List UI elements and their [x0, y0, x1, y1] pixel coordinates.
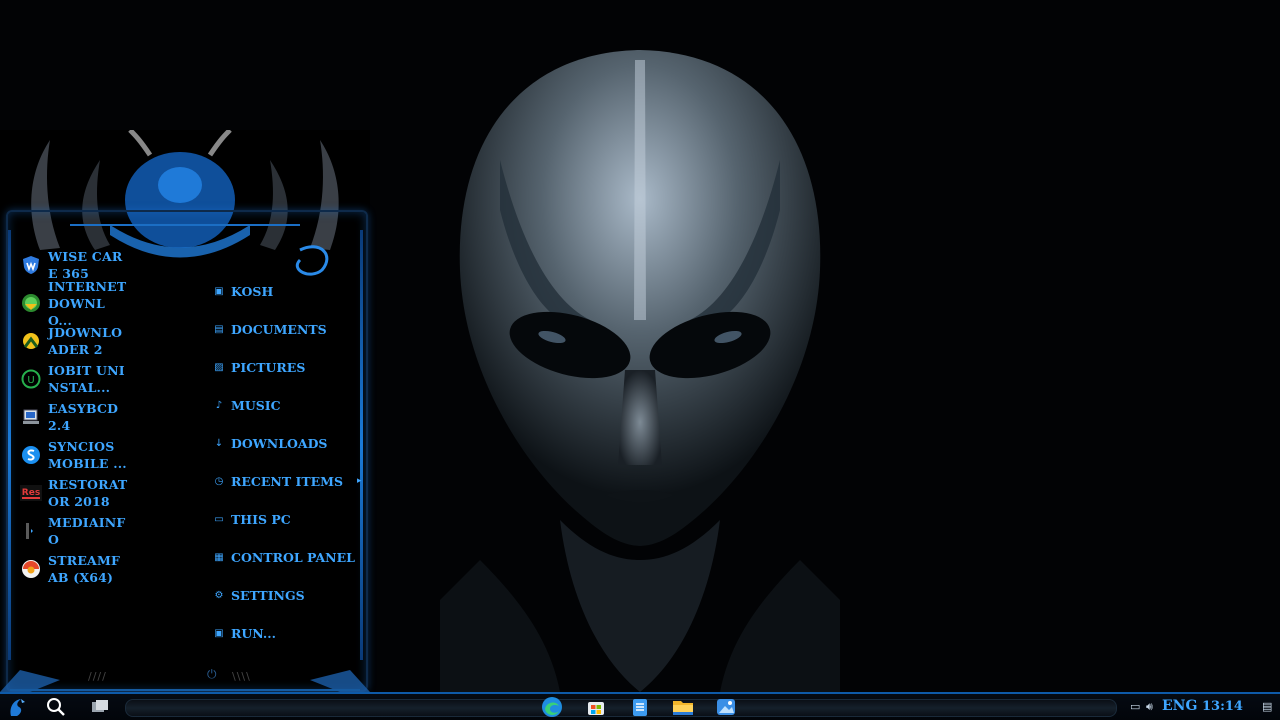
place-kosh[interactable]: ▣ KOSH	[212, 272, 362, 310]
app-item-iobit-uninstaller[interactable]: U IOBIT UNINSTAL...	[20, 360, 190, 398]
task-view-button[interactable]	[88, 696, 112, 718]
search-button[interactable]	[44, 696, 68, 718]
place-run[interactable]: ▣ RUN...	[212, 614, 362, 652]
place-documents[interactable]: ▤ DOCUMENTS	[212, 310, 362, 348]
place-recent-items[interactable]: ◷ RECENT ITEMS ▸	[212, 462, 362, 500]
place-settings[interactable]: ⚙ SETTINGS	[212, 576, 362, 614]
place-label: RECENT ITEMS	[231, 473, 344, 489]
start-dragon-icon	[10, 699, 25, 716]
place-downloads[interactable]: ↓ DOWNLOADS	[212, 424, 362, 462]
place-music[interactable]: ♪ MUSIC	[212, 386, 362, 424]
places-list: ▣ KOSH ▤ DOCUMENTS ▨ PICTURES ♪ MUSIC ↓ …	[212, 272, 362, 652]
user-folder-icon: ▣	[214, 285, 224, 297]
place-label: RUN...	[231, 625, 276, 641]
syncios-icon	[20, 444, 42, 466]
place-pictures[interactable]: ▨ PICTURES	[212, 348, 362, 386]
place-label: CONTROL PANEL	[231, 549, 355, 565]
download-arrow-icon: ↓	[214, 437, 224, 449]
app-label: SYNCIOS MOBILE ...	[48, 439, 127, 471]
frame-glow-left	[8, 230, 11, 660]
mediainfo-icon	[20, 520, 42, 542]
task-view-icon	[92, 700, 108, 712]
clock-icon: ◷	[214, 475, 224, 487]
place-label: KOSH	[231, 283, 274, 299]
file-explorer-icon	[673, 701, 693, 715]
svg-text:U: U	[27, 375, 34, 386]
pinned-apps-list: WISE CARE 365 INTERNET DOWNLO... JDOWNLO…	[20, 246, 190, 588]
app-label: JDOWNLOADER 2	[48, 325, 123, 357]
edge-button[interactable]	[540, 696, 564, 718]
jdownloader-icon	[20, 330, 42, 352]
place-label: SETTINGS	[231, 587, 305, 603]
run-icon: ▣	[214, 627, 224, 639]
app-item-internet-download-manager[interactable]: INTERNET DOWNLO...	[20, 279, 190, 328]
alien-wallpaper-image	[440, 50, 840, 692]
computer-icon: ▭	[214, 513, 224, 525]
easybcd-icon	[20, 406, 42, 428]
frame-bottom-decoration	[0, 670, 370, 692]
place-label: THIS PC	[231, 511, 291, 527]
place-label: DOWNLOADS	[231, 435, 328, 451]
app-label: EASYBCD 2.4	[48, 401, 119, 433]
photos-button[interactable]	[714, 696, 738, 718]
iobit-uninstaller-icon: U	[20, 368, 42, 390]
app-label: MEDIAINFO	[48, 515, 126, 547]
network-icon[interactable]: ▭	[1130, 700, 1140, 713]
taskbar-groove	[125, 699, 1117, 717]
picture-icon: ▨	[214, 361, 224, 373]
app-label: RESTORATOR 2018	[48, 477, 128, 509]
notepad-icon	[633, 699, 647, 716]
streamfab-icon	[20, 558, 42, 580]
volume-icon[interactable]: 🔊︎	[1146, 700, 1153, 714]
place-label: DOCUMENTS	[231, 321, 327, 337]
place-control-panel[interactable]: ▦ CONTROL PANEL	[212, 538, 362, 576]
app-item-easybcd[interactable]: EASYBCD 2.4	[20, 398, 190, 436]
clock[interactable]: 13:14	[1202, 699, 1243, 714]
notepad-button[interactable]	[628, 696, 652, 718]
wise-care-icon	[20, 254, 42, 276]
start-menu: WISE CARE 365 INTERNET DOWNLO... JDOWNLO…	[0, 130, 370, 692]
place-label: PICTURES	[231, 359, 306, 375]
chevron-right-icon: ▸	[357, 476, 362, 486]
restorator-icon: Res	[20, 482, 42, 504]
gear-icon: ⚙	[214, 589, 224, 601]
app-item-streamfab[interactable]: STREAMFAB (X64)	[20, 550, 190, 588]
app-label: INTERNET DOWNLO...	[48, 278, 127, 328]
store-button[interactable]	[584, 696, 608, 718]
app-label: STREAMFAB (X64)	[48, 553, 121, 585]
document-icon: ▤	[214, 323, 224, 335]
photos-icon	[717, 699, 735, 715]
start-button[interactable]	[6, 696, 30, 718]
search-icon	[47, 698, 65, 716]
music-note-icon: ♪	[215, 399, 223, 411]
place-label: MUSIC	[231, 397, 281, 413]
store-icon	[588, 702, 604, 715]
svg-text:Res: Res	[22, 488, 40, 498]
app-label: IOBIT UNINSTAL...	[48, 363, 125, 395]
place-this-pc[interactable]: ▭ THIS PC	[212, 500, 362, 538]
edge-icon	[542, 697, 562, 717]
language-indicator[interactable]: ENG	[1162, 698, 1197, 714]
notification-icon[interactable]: ▤	[1262, 700, 1272, 713]
taskbar: ▭ 🔊︎ ENG 13:14 ▤	[0, 692, 1280, 720]
control-panel-icon: ▦	[214, 551, 224, 563]
app-item-jdownloader[interactable]: JDOWNLOADER 2	[20, 322, 190, 360]
system-tray: ▭ 🔊︎ ENG 13:14 ▤	[1118, 696, 1280, 720]
app-item-restorator[interactable]: Res RESTORATOR 2018	[20, 474, 190, 512]
app-item-mediainfo[interactable]: MEDIAINFO	[20, 512, 190, 550]
app-item-syncios[interactable]: SYNCIOS MOBILE ...	[20, 436, 190, 474]
file-explorer-button[interactable]	[671, 696, 695, 718]
internet-download-manager-icon	[20, 292, 42, 314]
